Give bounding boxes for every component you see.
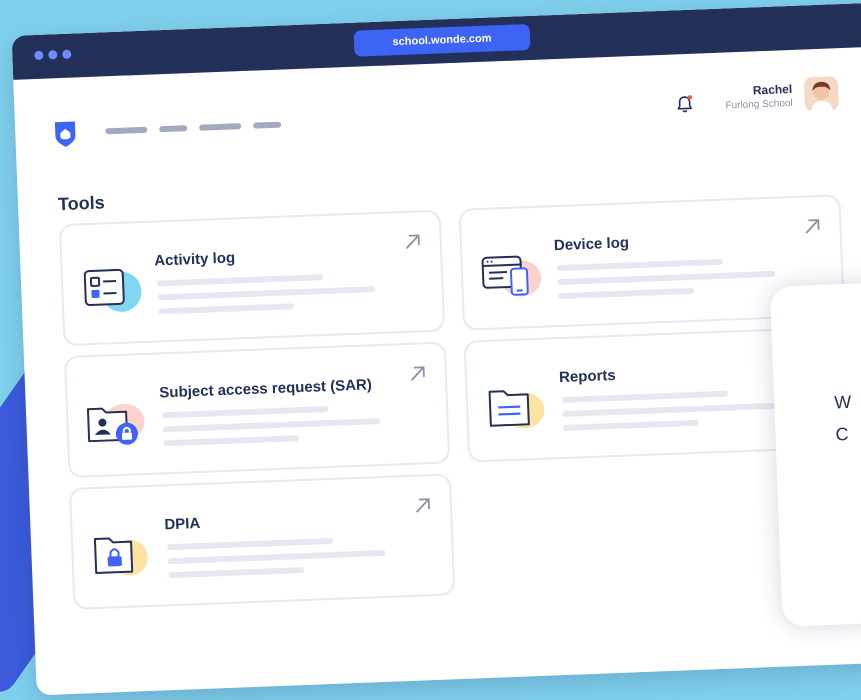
reports-folder-icon bbox=[483, 379, 551, 435]
nav-item[interactable] bbox=[199, 123, 241, 131]
external-link-arrow-icon[interactable] bbox=[803, 217, 822, 236]
browser-topbar: school.wonde.com bbox=[12, 0, 861, 80]
sar-folder-icon bbox=[83, 395, 151, 451]
tool-card-dpia[interactable]: DPIA bbox=[69, 473, 455, 610]
device-log-icon bbox=[478, 248, 546, 304]
tool-card-activity-log[interactable]: Activity log bbox=[59, 210, 445, 347]
card-title: Subject access request (SAR) bbox=[159, 376, 372, 401]
bell-icon[interactable] bbox=[674, 94, 695, 115]
placeholder-lines bbox=[162, 404, 381, 454]
tool-card-sar[interactable]: Subject access request (SAR) bbox=[64, 341, 450, 478]
avatar[interactable] bbox=[804, 76, 839, 111]
nav-placeholder bbox=[105, 122, 281, 135]
window-dot[interactable] bbox=[48, 50, 57, 59]
page-title: Tools bbox=[58, 192, 105, 215]
browser-window: school.wonde.com Rachel Furlong School bbox=[12, 0, 861, 695]
shield-logo-icon[interactable] bbox=[53, 119, 78, 148]
window-controls[interactable] bbox=[34, 50, 71, 60]
overlay-text-line-2: C bbox=[835, 424, 849, 445]
nav-item[interactable] bbox=[253, 122, 281, 129]
user-name[interactable]: Rachel bbox=[714, 82, 792, 99]
browser-frame: school.wonde.com Rachel Furlong School bbox=[0, 0, 861, 615]
address-bar[interactable]: school.wonde.com bbox=[354, 24, 531, 57]
placeholder-lines bbox=[167, 536, 386, 586]
external-link-arrow-icon[interactable] bbox=[414, 496, 433, 515]
placeholder-lines bbox=[562, 389, 781, 439]
nav-item[interactable] bbox=[105, 127, 147, 135]
card-title: DPIA bbox=[164, 515, 200, 533]
avatar-image bbox=[804, 76, 839, 111]
card-title: Device log bbox=[554, 234, 630, 254]
card-title: Activity log bbox=[154, 249, 235, 269]
dpia-folder-icon bbox=[89, 527, 157, 583]
placeholder-lines bbox=[557, 257, 776, 307]
window-dot[interactable] bbox=[34, 51, 43, 60]
overlay-panel[interactable]: W C bbox=[770, 279, 861, 626]
external-link-arrow-icon[interactable] bbox=[403, 232, 422, 251]
card-title: Reports bbox=[559, 367, 616, 386]
window-dot[interactable] bbox=[62, 50, 71, 59]
user-school: Furlong School bbox=[705, 98, 793, 112]
overlay-text-line-1: W bbox=[834, 392, 852, 414]
nav-item[interactable] bbox=[159, 125, 187, 132]
placeholder-lines bbox=[157, 272, 376, 322]
activity-log-icon bbox=[78, 263, 146, 319]
external-link-arrow-icon[interactable] bbox=[408, 364, 427, 383]
